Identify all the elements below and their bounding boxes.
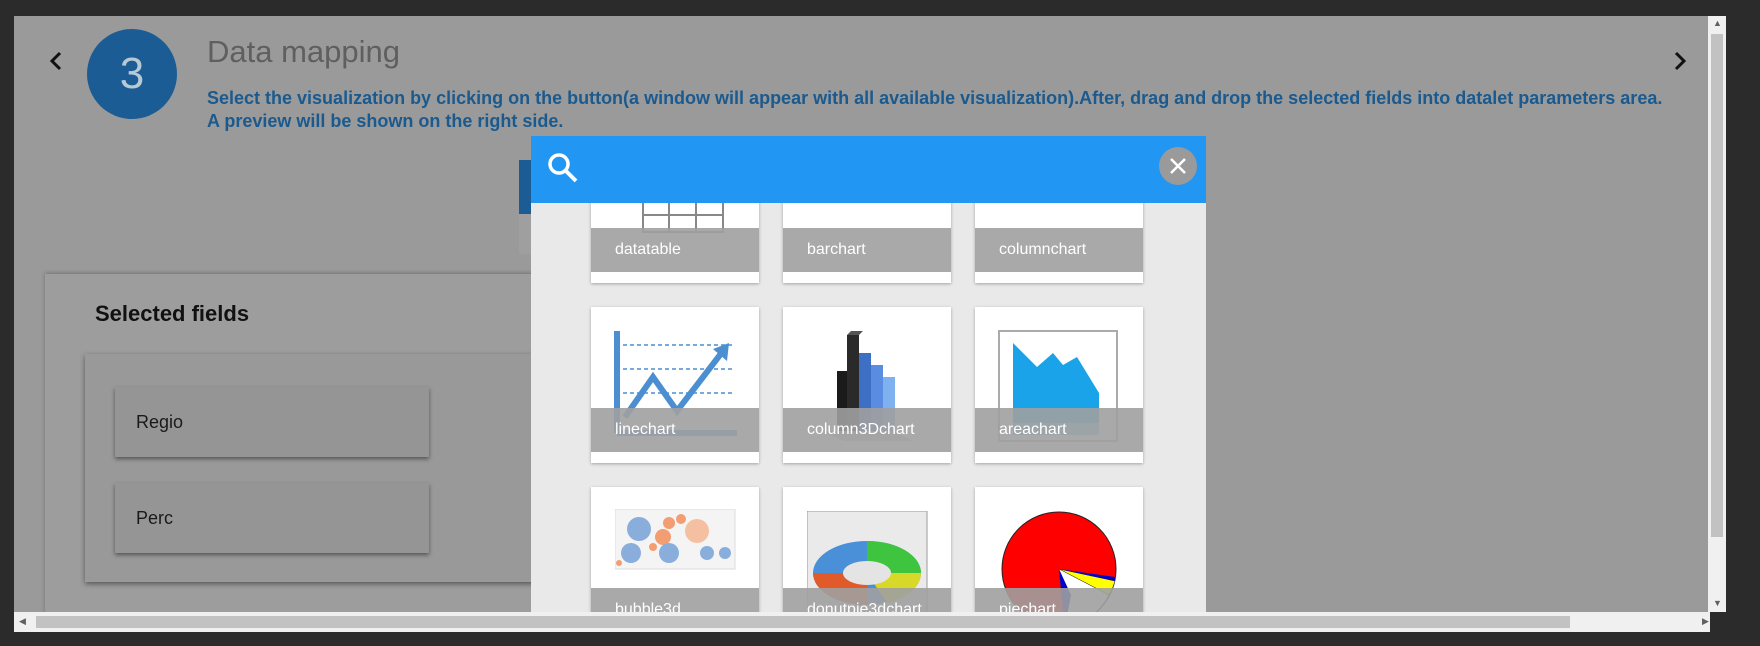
close-icon xyxy=(1170,158,1186,174)
vertical-scrollbar[interactable]: ▲ ▼ xyxy=(1708,16,1726,612)
next-step-arrow-icon[interactable] xyxy=(1665,46,1695,76)
tile-label: datatable xyxy=(591,228,759,272)
scroll-right-arrow-icon[interactable]: ▶ xyxy=(1702,616,1709,627)
app-viewport: 3 Data mapping Select the visualization … xyxy=(14,16,1724,612)
page-description: Select the visualization by clicking on … xyxy=(207,88,1663,131)
field-chip-regio[interactable]: Regio xyxy=(115,387,429,457)
tile-label: columnchart xyxy=(975,228,1143,272)
previous-step-arrow-icon[interactable] xyxy=(41,46,71,76)
tile-label: linechart xyxy=(591,408,759,452)
horizontal-scroll-thumb[interactable] xyxy=(36,616,1570,628)
tile-label: column3Dchart xyxy=(783,408,951,452)
tile-label: piechart xyxy=(975,588,1143,612)
tile-label: donutpie3dchart xyxy=(783,588,951,612)
visualization-picker-dialog: datatable barchart columnchart linechart xyxy=(531,136,1206,612)
selected-fields-title: Selected fields xyxy=(95,301,250,326)
dialog-search-bar xyxy=(531,136,1206,203)
tile-label: bubble3d xyxy=(591,588,759,612)
tile-bubble3d[interactable]: bubble3d xyxy=(591,487,759,612)
select-visualization-button-body xyxy=(519,214,531,254)
step-number-badge: 3 xyxy=(87,29,177,119)
tile-linechart[interactable]: linechart xyxy=(591,307,759,463)
tile-column3dchart[interactable]: column3Dchart xyxy=(783,307,951,463)
field-chip-perc[interactable]: Perc xyxy=(115,483,429,553)
bubble3d-icon xyxy=(615,509,736,570)
vertical-scroll-thumb[interactable] xyxy=(1711,34,1723,537)
scroll-up-arrow-icon[interactable]: ▲ xyxy=(1713,18,1722,28)
close-dialog-button[interactable] xyxy=(1159,147,1197,185)
scroll-left-arrow-icon[interactable]: ◀ xyxy=(19,616,26,627)
horizontal-scrollbar[interactable]: ◀ ▶ xyxy=(14,612,1710,632)
tile-donutpie3dchart[interactable]: donutpie3dchart xyxy=(783,487,951,612)
search-icon[interactable] xyxy=(545,150,581,186)
tile-label: barchart xyxy=(783,228,951,272)
page-title: Data mapping xyxy=(207,34,401,69)
select-visualization-button[interactable] xyxy=(519,160,531,214)
tile-label: areachart xyxy=(975,408,1143,452)
tile-areachart[interactable]: areachart xyxy=(975,307,1143,463)
scroll-down-arrow-icon[interactable]: ▼ xyxy=(1713,598,1722,608)
tile-piechart[interactable]: piechart xyxy=(975,487,1143,612)
